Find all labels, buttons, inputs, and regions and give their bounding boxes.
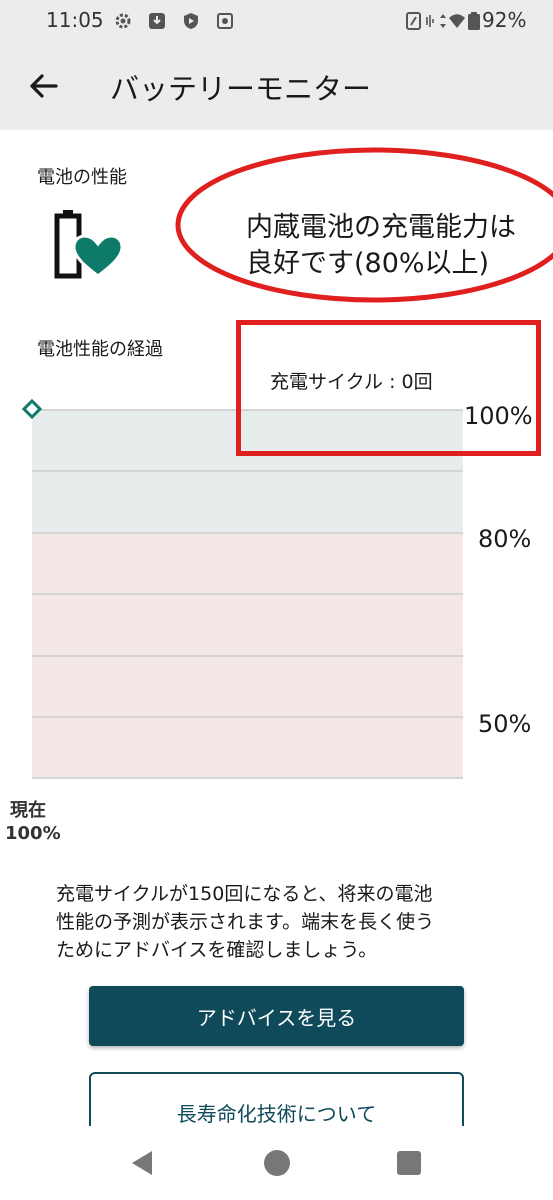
annotation-ellipse [175, 147, 553, 303]
status-time: 11:05 [46, 8, 104, 32]
annotation-rectangle [236, 320, 541, 456]
history-heading: 電池性能の経過 [37, 339, 163, 360]
graph-gridline [32, 593, 463, 595]
settings-box-icon [217, 13, 233, 29]
description-line-2: 性能の予測が表示されます。端末を長く使う [56, 911, 435, 933]
description-line-1: 充電サイクルが150回になると、将来の電池 [56, 883, 433, 905]
y-label-100: 100% [464, 402, 533, 430]
arrow-left-icon[interactable] [22, 64, 66, 108]
y-label-50: 50% [478, 710, 532, 738]
wifi-icon [449, 14, 465, 28]
graph-gridline [32, 532, 463, 534]
current-point-marker [22, 399, 42, 419]
view-advice-button[interactable]: アドバイスを見る [89, 986, 464, 1046]
graph-gridline [32, 655, 463, 657]
y-label-80: 80% [478, 525, 532, 553]
battery-icon [468, 12, 480, 30]
battery-history-graph [32, 409, 463, 779]
gear-icon [115, 13, 131, 29]
graph-gridline [32, 716, 463, 718]
current-label: 現在 [10, 800, 46, 821]
nav-back-icon[interactable] [128, 1148, 158, 1178]
description-line-3: ためにアドバイスを確認しましょう。 [56, 939, 378, 961]
page-title: バッテリーモニター [110, 72, 372, 106]
graph-gridline [32, 470, 463, 472]
performance-heading: 電池の性能 [37, 167, 127, 188]
nav-home-icon[interactable] [262, 1148, 292, 1178]
current-value: 100% [5, 823, 61, 844]
nav-recents-icon[interactable] [396, 1150, 422, 1176]
nfc-icon [406, 12, 421, 30]
battery-heart-icon [54, 210, 122, 279]
graph-gridline [32, 777, 463, 779]
shield-icon [184, 13, 198, 29]
prediction-description: 充電サイクルが150回になると、将来の電池 性能の予測が表示されます。端末を長く… [56, 880, 506, 964]
download-icon [149, 13, 165, 29]
status-battery-percent: 92% [482, 8, 527, 32]
